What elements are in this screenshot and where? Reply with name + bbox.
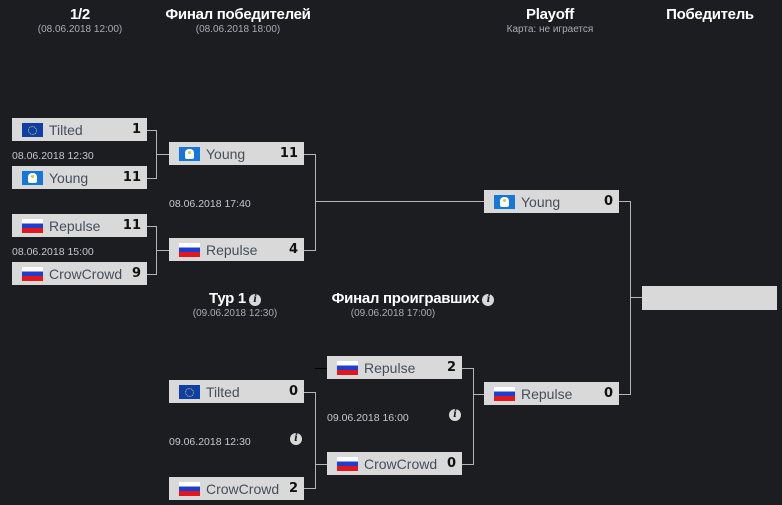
connector-line <box>315 201 484 202</box>
team-name: CrowCrowd <box>364 455 438 472</box>
team-name: Repulse <box>521 385 573 402</box>
info-icon[interactable]: i <box>449 409 461 421</box>
connector-line <box>304 250 315 251</box>
eu-flag-icon <box>179 384 200 399</box>
match-team-slot[interactable]: Young 11 <box>169 142 304 165</box>
team-score: 11 <box>279 146 298 161</box>
team-score: 2 <box>446 360 456 375</box>
team-name: Tilted <box>49 121 83 138</box>
info-icon[interactable]: i <box>290 433 302 445</box>
team-score: 0 <box>603 386 613 401</box>
column-title-winners-final: Финал победителей <box>165 6 311 23</box>
match-team-slot[interactable]: Repulse 2 <box>327 356 462 379</box>
column-subtitle-losers-final: (09.06.2018 17:00) <box>350 308 436 319</box>
team-score: 4 <box>288 242 298 257</box>
connector-line <box>147 130 156 131</box>
losers-final-title-text: Финал проигравших <box>331 290 480 307</box>
connector-line <box>156 250 169 251</box>
team-score: 2 <box>288 481 298 496</box>
connector-line <box>619 201 630 202</box>
team-name: CrowCrowd <box>49 265 123 282</box>
team-score: 11 <box>122 218 141 233</box>
ru-flag-icon <box>22 218 43 233</box>
column-title-winner: Победитель <box>666 6 754 23</box>
match-team-slot[interactable]: CrowCrowd 0 <box>327 452 462 475</box>
connector-line <box>462 464 473 465</box>
match-team-slot[interactable]: Young 0 <box>484 190 619 213</box>
connector-line <box>630 201 631 395</box>
team-score: 0 <box>446 456 456 471</box>
connector-line <box>304 488 315 489</box>
team-logo-icon <box>179 146 200 161</box>
team-name: Repulse <box>206 241 258 258</box>
connector-line <box>315 464 327 465</box>
match-team-slot[interactable]: Tilted 0 <box>169 380 304 403</box>
connector-line <box>304 392 315 393</box>
team-name: Tilted <box>206 383 240 400</box>
connector-line <box>462 368 473 369</box>
ru-flag-icon <box>179 242 200 257</box>
match-team-slot[interactable]: Repulse 11 <box>12 214 147 237</box>
team-score: 1 <box>131 122 141 137</box>
column-title-losers-final: Финал проигравших i <box>318 290 508 307</box>
column-title-playoff: Playoff <box>526 6 574 23</box>
winner-slot[interactable] <box>642 286 777 310</box>
column-subtitle-semifinal: (08.06.2018 12:00) <box>37 24 123 35</box>
match-team-slot[interactable]: Repulse 0 <box>484 382 619 405</box>
team-name: Young <box>521 193 561 210</box>
team-name: CrowCrowd <box>206 480 280 497</box>
connector-line <box>147 226 156 227</box>
round1-title-text: Тур 1 <box>209 290 246 307</box>
team-name: Young <box>49 169 89 186</box>
match-time: 08.06.2018 15:00 <box>12 246 94 258</box>
column-title-semifinal: 1/2 <box>70 6 90 23</box>
match-team-slot[interactable]: Young 11 <box>12 166 147 189</box>
ru-flag-icon <box>337 360 358 375</box>
info-icon[interactable]: i <box>482 294 495 306</box>
column-title-round1: Тур 1i <box>160 290 310 307</box>
team-score: 0 <box>603 194 613 209</box>
ru-flag-icon <box>494 386 515 401</box>
team-name: Repulse <box>49 217 101 234</box>
team-name: Repulse <box>364 359 416 376</box>
team-score: 0 <box>288 384 298 399</box>
match-team-slot[interactable]: CrowCrowd 2 <box>169 477 304 500</box>
connector-line <box>156 154 169 155</box>
team-name: Young <box>206 145 246 162</box>
connector-line <box>315 392 316 489</box>
column-subtitle-winners-final: (08.06.2018 18:00) <box>195 24 281 35</box>
connector-line <box>147 274 156 275</box>
ru-flag-icon <box>337 456 358 471</box>
connector-line <box>315 154 316 251</box>
team-logo-icon <box>494 194 515 209</box>
connector-line-dropdown <box>315 368 327 369</box>
match-time: 08.06.2018 12:30 <box>12 150 94 162</box>
team-score: 11 <box>122 170 141 185</box>
ru-flag-icon <box>22 266 43 281</box>
eu-flag-icon <box>22 122 43 137</box>
connector-line <box>473 394 484 395</box>
match-time: 09.06.2018 16:00 <box>327 412 409 424</box>
team-score: 9 <box>131 266 141 281</box>
column-subtitle-playoff: Карта: не играется <box>506 24 594 35</box>
connector-line <box>619 394 630 395</box>
column-subtitle-round1: (09.06.2018 12:30) <box>192 308 278 319</box>
match-team-slot[interactable]: CrowCrowd 9 <box>12 262 147 285</box>
connector-line <box>147 178 156 179</box>
connector-line <box>630 297 642 298</box>
connector-line <box>473 368 474 465</box>
connector-line <box>304 154 315 155</box>
match-team-slot[interactable]: Repulse 4 <box>169 238 304 261</box>
match-time: 09.06.2018 12:30 <box>169 436 251 448</box>
ru-flag-icon <box>179 481 200 496</box>
match-time: 08.06.2018 17:40 <box>169 198 251 210</box>
info-icon[interactable]: i <box>248 294 261 306</box>
match-team-slot[interactable]: Tilted 1 <box>12 118 147 141</box>
team-logo-icon <box>22 170 43 185</box>
